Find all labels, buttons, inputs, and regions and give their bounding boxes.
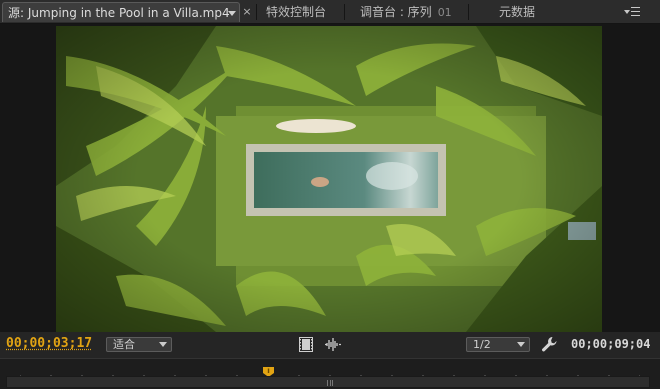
tab-source-prefix: 源 <box>8 6 21 20</box>
aerial-villa-pool-image <box>56 26 602 332</box>
tab-divider <box>256 4 257 20</box>
tab-audio-mixer-label: 调音台 : 序列 <box>360 5 432 19</box>
monitor-controls-bar: 00;00;03;17 适合 1/2 00;00;09;04 <box>0 332 660 358</box>
playback-resolution-value: 1/2 <box>473 338 491 351</box>
current-timecode[interactable]: 00;00;03;17 <box>6 336 92 351</box>
tab-divider <box>468 4 469 20</box>
zoom-scroll-bar[interactable] <box>6 376 650 388</box>
tab-metadata[interactable]: 元数据 <box>499 2 535 22</box>
wrench-icon[interactable] <box>541 336 558 353</box>
tab-source-clip-name: Jumping in the Pool in a Villa.mp4 <box>27 6 230 20</box>
scroll-grip-icon[interactable] <box>327 380 333 386</box>
tab-audio-mixer-sequence-number: 01 <box>437 6 452 19</box>
waveform-icon[interactable] <box>325 338 341 351</box>
zoom-fit-value: 适合 <box>113 338 135 351</box>
mini-timeline-ruler[interactable] <box>0 358 660 389</box>
dropdown-arrow-icon <box>159 342 167 347</box>
tab-effect-controls[interactable]: 特效控制台 <box>266 2 326 22</box>
tab-source-monitor[interactable]: 源: Jumping in the Pool in a Villa.mp4 <box>2 2 240 22</box>
filmstrip-icon[interactable] <box>299 337 313 352</box>
video-frame-image <box>56 26 602 332</box>
panel-tab-bar: 源: Jumping in the Pool in a Villa.mp4 × … <box>0 0 660 24</box>
tab-divider <box>344 4 345 20</box>
playback-resolution-select[interactable]: 1/2 <box>466 337 530 352</box>
close-icon[interactable]: × <box>241 4 253 20</box>
zoom-fit-select[interactable]: 适合 <box>106 337 172 352</box>
tab-audio-mixer[interactable]: 调音台 : 序列 01 <box>360 2 452 22</box>
clip-dropdown-arrow-icon[interactable] <box>225 4 239 21</box>
source-monitor-viewer <box>0 24 660 332</box>
duration-timecode: 00;00;09;04 <box>571 337 651 351</box>
panel-menu-icon[interactable] <box>622 5 642 19</box>
dropdown-arrow-icon <box>517 342 525 347</box>
